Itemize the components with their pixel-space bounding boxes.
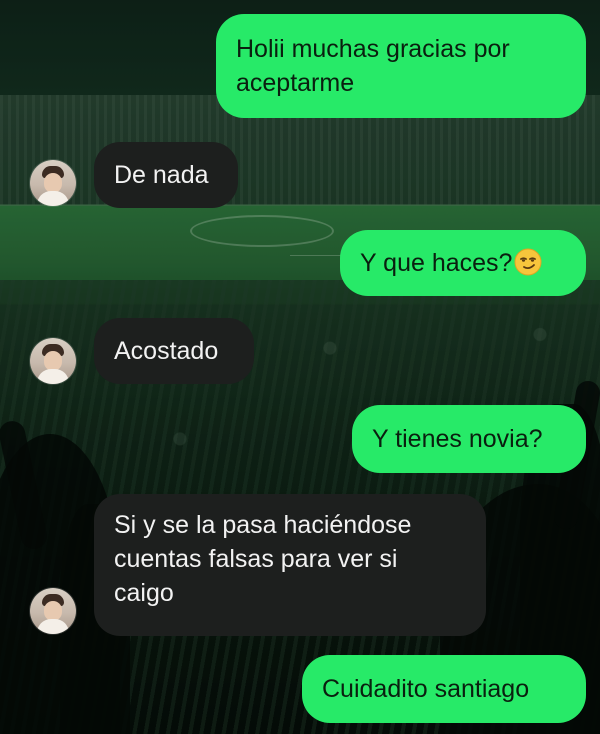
message-text-line: caigo: [114, 579, 174, 607]
message-text-line: Cuidadito santiago: [322, 675, 530, 703]
incoming-message-bubble[interactable]: Acostado: [94, 318, 254, 384]
incoming-message-bubble[interactable]: De nada: [94, 142, 238, 208]
contact-avatar-icon[interactable]: [30, 160, 76, 206]
outgoing-message-bubble[interactable]: Y que haces?: [340, 230, 586, 296]
contact-avatar-icon[interactable]: [30, 338, 76, 384]
message-text-line: Y tienes novia?: [372, 425, 543, 453]
message-text-line: De nada: [114, 161, 209, 189]
message-text-line: Acostado: [114, 337, 219, 365]
outgoing-message-bubble[interactable]: Holii muchas gracias por aceptarme: [216, 14, 586, 118]
message-text-line: Holii muchas gracias por: [236, 35, 510, 63]
message-text-line: Si y se la pasa haciéndose: [114, 511, 412, 539]
incoming-message-bubble[interactable]: Si y se la pasa haciéndose cuentas falsa…: [94, 494, 486, 636]
message-text-line: Y que haces?: [360, 249, 513, 277]
message-text-line: cuentas falsas para ver si: [114, 545, 398, 573]
outgoing-message-bubble[interactable]: Y tienes novia?: [352, 405, 586, 473]
smirking-face-icon: [514, 248, 542, 276]
outgoing-message-bubble[interactable]: Cuidadito santiago: [302, 655, 586, 723]
contact-avatar-icon[interactable]: [30, 588, 76, 634]
message-text-line: aceptarme: [236, 69, 355, 97]
